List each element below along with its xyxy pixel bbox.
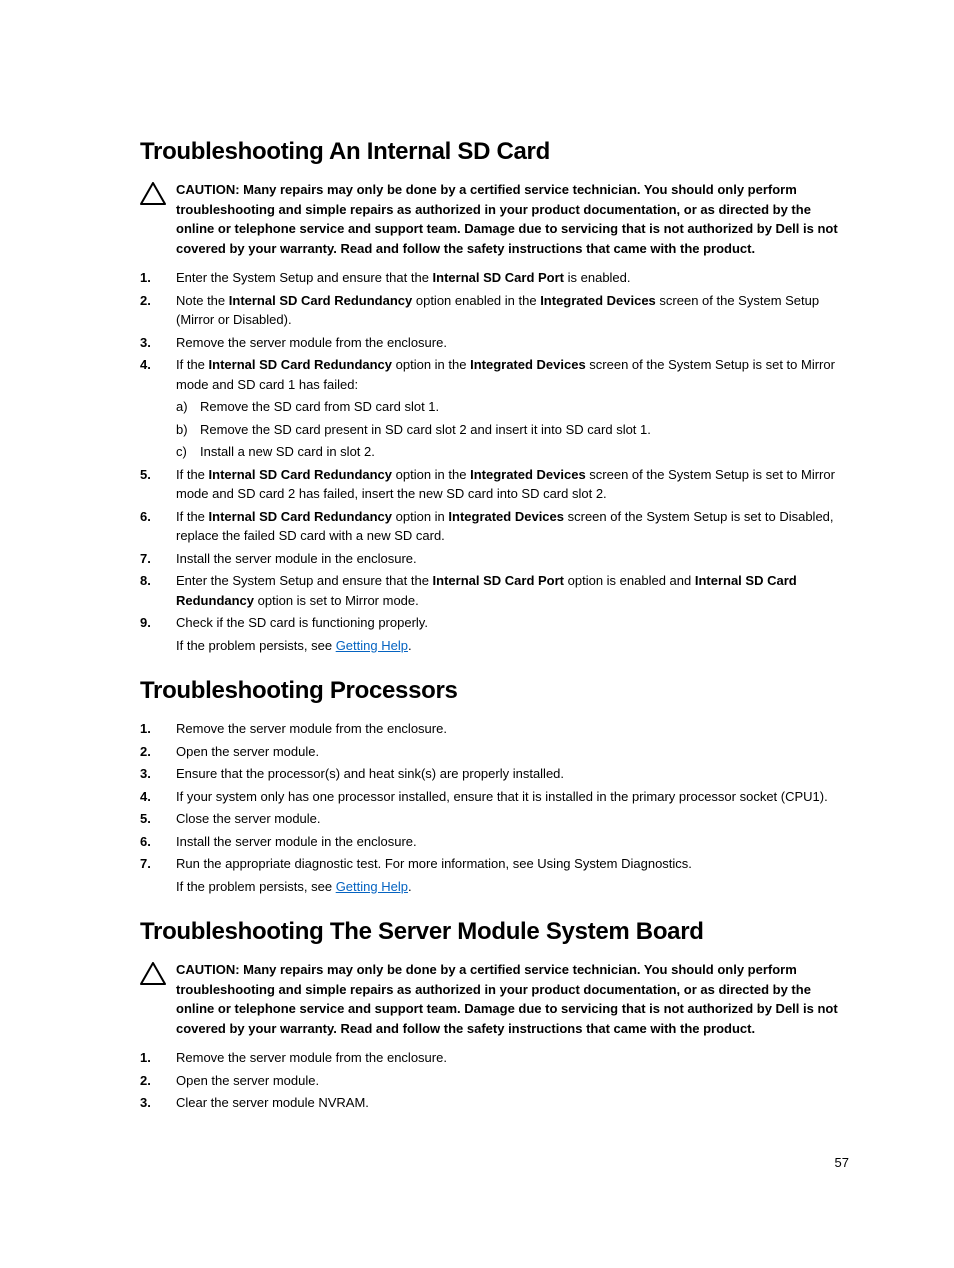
list-item: Clear the server module NVRAM. — [140, 1093, 849, 1113]
list-item: Note the Internal SD Card Redundancy opt… — [140, 291, 849, 330]
page-number: 57 — [835, 1155, 849, 1170]
list-item: If the Internal SD Card Redundancy optio… — [140, 507, 849, 546]
list-item: If your system only has one processor in… — [140, 787, 849, 807]
list-item: Enter the System Setup and ensure that t… — [140, 268, 849, 288]
caution-text: CAUTION: Many repairs may only be done b… — [176, 180, 849, 258]
getting-help-link[interactable]: Getting Help — [336, 879, 408, 894]
sd-steps: Enter the System Setup and ensure that t… — [140, 268, 849, 655]
heading-system-board: Troubleshooting The Server Module System… — [140, 918, 849, 946]
list-item: Open the server module. — [140, 1071, 849, 1091]
caution-block-sd: CAUTION: Many repairs may only be done b… — [140, 180, 849, 258]
board-steps: Remove the server module from the enclos… — [140, 1048, 849, 1113]
list-item: Ensure that the processor(s) and heat si… — [140, 764, 849, 784]
list-item: Enter the System Setup and ensure that t… — [140, 571, 849, 610]
list-item: Remove the SD card from SD card slot 1. — [176, 397, 849, 417]
list-item: Remove the server module from the enclos… — [140, 719, 849, 739]
list-item: If the Internal SD Card Redundancy optio… — [140, 465, 849, 504]
getting-help-link[interactable]: Getting Help — [336, 638, 408, 653]
heading-processors: Troubleshooting Processors — [140, 677, 849, 705]
heading-sd-card: Troubleshooting An Internal SD Card — [140, 138, 849, 166]
list-item: Install the server module in the enclosu… — [140, 832, 849, 852]
list-item: If the Internal SD Card Redundancy optio… — [140, 355, 849, 462]
list-item: Run the appropriate diagnostic test. For… — [140, 854, 849, 896]
caution-icon — [140, 182, 166, 206]
persist-text: If the problem persists, see Getting Hel… — [176, 636, 849, 656]
list-item: Install a new SD card in slot 2. — [176, 442, 849, 462]
sd-step4-sublist: Remove the SD card from SD card slot 1. … — [176, 397, 849, 462]
caution-text: CAUTION: Many repairs may only be done b… — [176, 960, 849, 1038]
list-item: Check if the SD card is functioning prop… — [140, 613, 849, 655]
proc-steps: Remove the server module from the enclos… — [140, 719, 849, 896]
list-item: Open the server module. — [140, 742, 849, 762]
persist-text: If the problem persists, see Getting Hel… — [176, 877, 849, 897]
list-item: Remove the SD card present in SD card sl… — [176, 420, 849, 440]
list-item: Install the server module in the enclosu… — [140, 549, 849, 569]
caution-icon — [140, 962, 166, 986]
list-item: Remove the server module from the enclos… — [140, 333, 849, 353]
caution-block-board: CAUTION: Many repairs may only be done b… — [140, 960, 849, 1038]
list-item: Remove the server module from the enclos… — [140, 1048, 849, 1068]
list-item: Close the server module. — [140, 809, 849, 829]
